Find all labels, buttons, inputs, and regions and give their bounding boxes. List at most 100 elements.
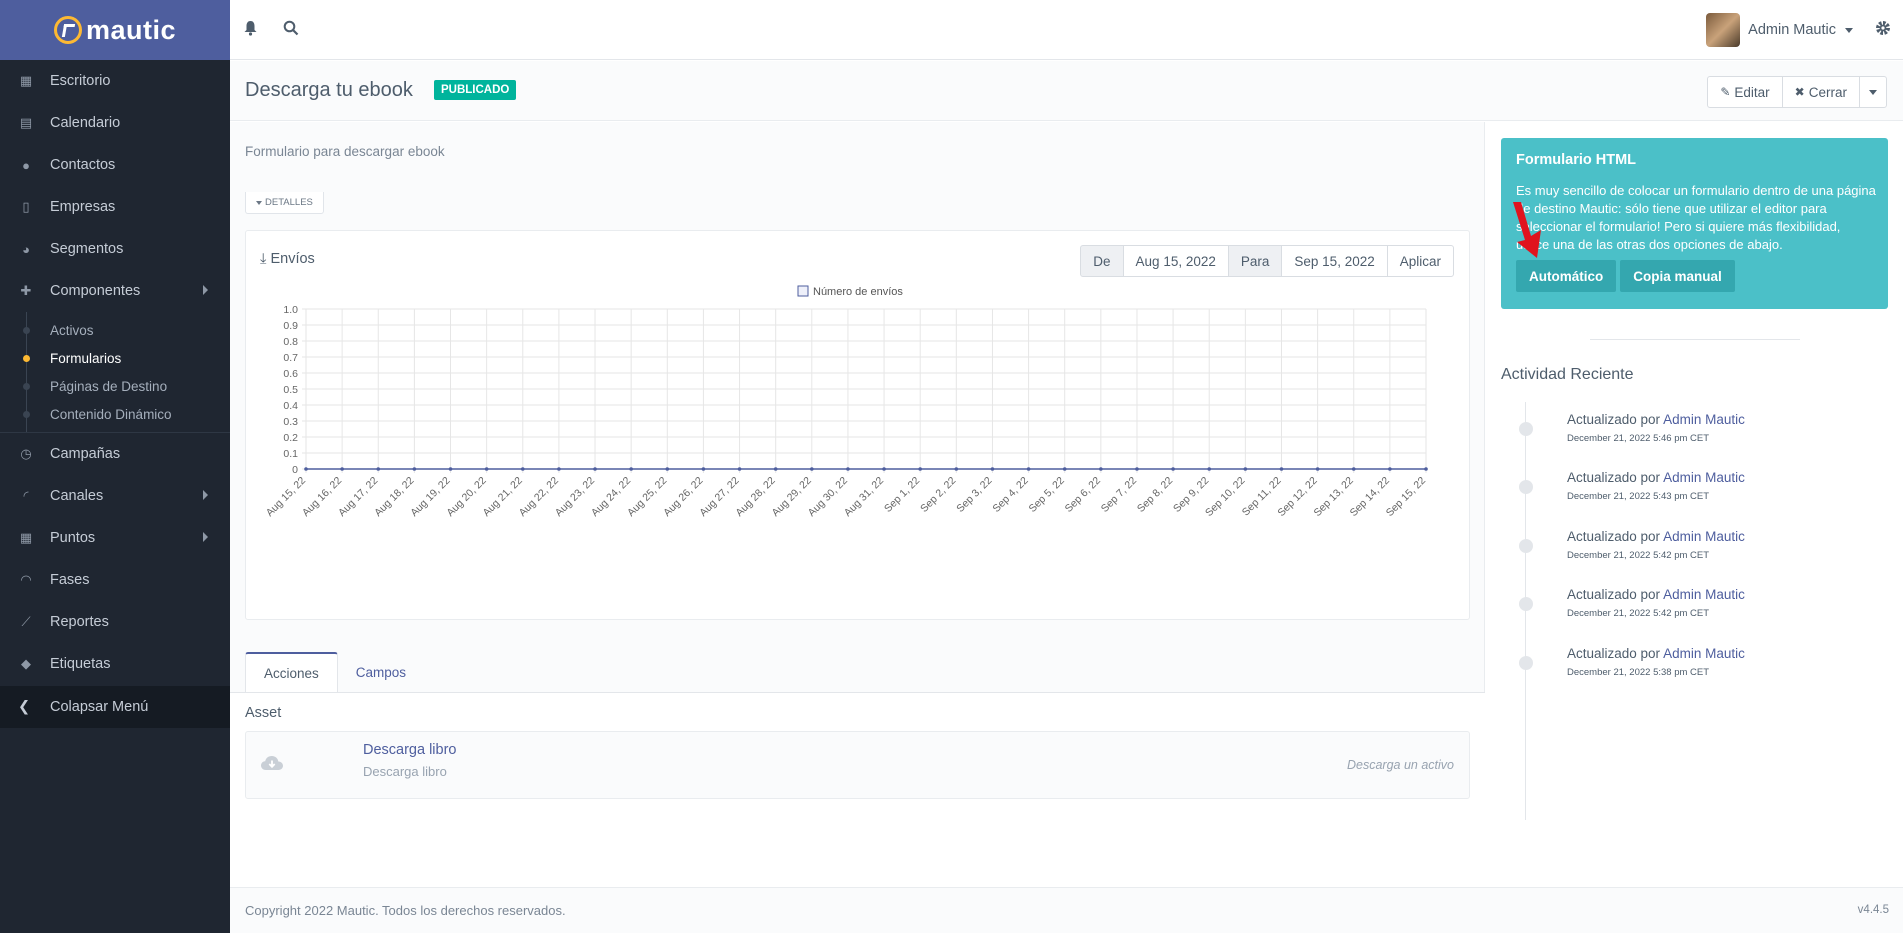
activity-user-link[interactable]: Admin Mautic bbox=[1663, 470, 1745, 485]
date-to-input[interactable]: Sep 15, 2022 bbox=[1281, 245, 1388, 277]
sidebar-item-puntos[interactable]: ▦ Puntos bbox=[0, 517, 230, 559]
activity-text: Actualizado por Admin Mautic bbox=[1567, 529, 1897, 544]
sidebar-item-empresas[interactable]: ▯ Empresas bbox=[0, 186, 230, 228]
subnav-item-paginas-de-destino[interactable]: Páginas de Destino bbox=[0, 372, 230, 400]
legend-swatch bbox=[797, 285, 809, 297]
y-tick-label: 0.6 bbox=[283, 368, 298, 380]
chevron-right-icon bbox=[203, 490, 208, 500]
activity-user-link[interactable]: Admin Mautic bbox=[1663, 412, 1745, 427]
data-point bbox=[629, 467, 633, 471]
activity-user-link[interactable]: Admin Mautic bbox=[1663, 529, 1745, 544]
sidebar-item-contactos[interactable]: ● Contactos bbox=[0, 144, 230, 186]
subnav-item-activos[interactable]: Activos bbox=[0, 316, 230, 344]
sidebar-item-fases[interactable]: ◠ Fases bbox=[0, 559, 230, 601]
data-point bbox=[593, 467, 597, 471]
subnav-item-label: Activos bbox=[50, 322, 94, 338]
close-button-label: Cerrar bbox=[1808, 84, 1847, 100]
sidebar-item-componentes[interactable]: ✚ Componentes bbox=[0, 270, 230, 312]
dashboard-icon: ▦ bbox=[19, 73, 33, 88]
y-tick-label: 0.2 bbox=[283, 432, 298, 444]
details-toggle[interactable]: DETALLES bbox=[245, 192, 324, 214]
activity-text: Actualizado por Admin Mautic bbox=[1567, 646, 1897, 661]
subnav-item-label: Formularios bbox=[50, 350, 122, 366]
gear-icon[interactable] bbox=[1875, 20, 1891, 41]
collapse-menu-button[interactable]: ❮ Colapsar Menú bbox=[0, 686, 230, 728]
close-button[interactable]: ✖ Cerrar bbox=[1781, 76, 1860, 108]
activity-user-link[interactable]: Admin Mautic bbox=[1663, 646, 1745, 661]
sidebar-item-segmentos[interactable]: ◕ Segmentos bbox=[0, 228, 230, 270]
timeline-dot-icon bbox=[1519, 597, 1533, 611]
y-tick-label: 1.0 bbox=[283, 304, 298, 316]
sidebar-item-escritorio[interactable]: ▦ Escritorio bbox=[0, 60, 230, 102]
sidebar-nav: ▦ Escritorio ▤ Calendario ● Contactos ▯ … bbox=[0, 60, 230, 685]
data-point bbox=[520, 467, 525, 471]
action-title[interactable]: Descarga libro bbox=[363, 742, 457, 758]
caret-down-icon bbox=[256, 200, 262, 205]
sidebar-item-calendario[interactable]: ▤ Calendario bbox=[0, 102, 230, 144]
status-badge: PUBLICADO bbox=[434, 80, 517, 100]
activity-date: December 21, 2022 5:42 pm CET bbox=[1567, 608, 1710, 619]
sidebar-item-label: Contactos bbox=[50, 157, 116, 173]
more-actions-button[interactable] bbox=[1859, 76, 1887, 108]
sidebar-item-label: Campañas bbox=[50, 446, 121, 462]
activity-date: December 21, 2022 5:38 pm CET bbox=[1567, 667, 1710, 678]
list-item[interactable]: Descarga libro Descarga libro Descarga u… bbox=[245, 731, 1470, 799]
subnav-item-formularios[interactable]: Formularios bbox=[0, 344, 230, 372]
data-point bbox=[1388, 467, 1392, 471]
x-tick-label: Sep 4, 22 bbox=[990, 475, 1030, 515]
activity-date: December 21, 2022 5:43 pm CET bbox=[1567, 491, 1710, 502]
automatic-button[interactable]: Automático bbox=[1516, 260, 1617, 292]
sidebar-item-campanas[interactable]: ◷ Campañas bbox=[0, 433, 230, 475]
edit-button[interactable]: ✎ Editar bbox=[1707, 76, 1783, 108]
info-box-description: Es muy sencillo de colocar un formulario… bbox=[1516, 183, 1876, 252]
data-point bbox=[773, 467, 778, 471]
brand-logo[interactable]: mautic bbox=[0, 0, 230, 60]
x-tick-label: Sep 3, 22 bbox=[954, 475, 994, 515]
download-icon: ⤓ bbox=[260, 251, 267, 267]
tabs: Acciones Campos bbox=[245, 652, 424, 692]
activity-date: December 21, 2022 5:42 pm CET bbox=[1567, 550, 1710, 561]
activity-prefix: Actualizado por bbox=[1567, 529, 1661, 544]
search-icon[interactable] bbox=[283, 20, 299, 41]
chevron-right-icon bbox=[203, 532, 208, 542]
activity-prefix: Actualizado por bbox=[1567, 470, 1661, 485]
apply-button[interactable]: Aplicar bbox=[1386, 245, 1454, 277]
manual-copy-button[interactable]: Copia manual bbox=[1620, 260, 1735, 292]
data-point bbox=[1099, 467, 1103, 471]
page-header: Descarga tu ebook PUBLICADO ✎ Editar ✖ C… bbox=[230, 61, 1903, 121]
active-bullet-icon bbox=[23, 355, 30, 362]
tab-campos[interactable]: Campos bbox=[338, 652, 424, 692]
subnav-item-contenido-dinamico[interactable]: Contenido Dinámico bbox=[0, 400, 230, 428]
tab-content: Asset Descarga libro Descarga libro Desc… bbox=[230, 692, 1485, 887]
sidebar-item-etiquetas[interactable]: ◆ Etiquetas bbox=[0, 643, 230, 685]
sidebar-item-label: Calendario bbox=[50, 115, 121, 131]
calculator-icon: ▦ bbox=[19, 530, 33, 545]
date-from-input[interactable]: Aug 15, 2022 bbox=[1122, 245, 1229, 277]
sidebar-item-canales[interactable]: ◜ Canales bbox=[0, 475, 230, 517]
puzzle-icon: ✚ bbox=[20, 283, 32, 298]
date-range-filter: De Aug 15, 2022 Para Sep 15, 2022 Aplica… bbox=[1080, 245, 1454, 277]
timeline-dot-icon bbox=[1519, 656, 1533, 670]
chart-title-label: Envíos bbox=[270, 251, 315, 267]
tab-acciones[interactable]: Acciones bbox=[245, 652, 338, 692]
activity-text: Actualizado por Admin Mautic bbox=[1567, 470, 1897, 485]
chevron-down-icon bbox=[1845, 27, 1853, 33]
activity-prefix: Actualizado por bbox=[1567, 412, 1661, 427]
edit-button-label: Editar bbox=[1734, 84, 1770, 100]
data-point bbox=[484, 467, 489, 471]
data-point bbox=[882, 467, 886, 471]
calendar-icon: ▤ bbox=[19, 115, 33, 130]
sidebar-item-label: Fases bbox=[50, 572, 90, 588]
activity-user-link[interactable]: Admin Mautic bbox=[1663, 587, 1745, 602]
html-form-info-box: Formulario HTML Es muy sencillo de coloc… bbox=[1501, 138, 1888, 309]
data-point bbox=[846, 467, 850, 471]
bell-icon[interactable] bbox=[243, 20, 258, 41]
x-tick-label: Sep 2, 22 bbox=[918, 475, 958, 515]
sidebar-item-reportes[interactable]: ⟋ Reportes bbox=[0, 601, 230, 643]
user-menu[interactable]: Admin Mautic bbox=[1706, 13, 1853, 47]
data-point bbox=[304, 467, 308, 471]
submissions-chart-panel: 1.0 0.9 0.8 0.7 0.6 0.5 0.4 0.3 0.2 0.1 0 Aug 15, 2… bbox=[245, 230, 1470, 620]
data-point bbox=[1135, 467, 1139, 471]
header-button-group: ✎ Editar ✖ Cerrar bbox=[1707, 76, 1887, 108]
avatar bbox=[1706, 13, 1741, 47]
